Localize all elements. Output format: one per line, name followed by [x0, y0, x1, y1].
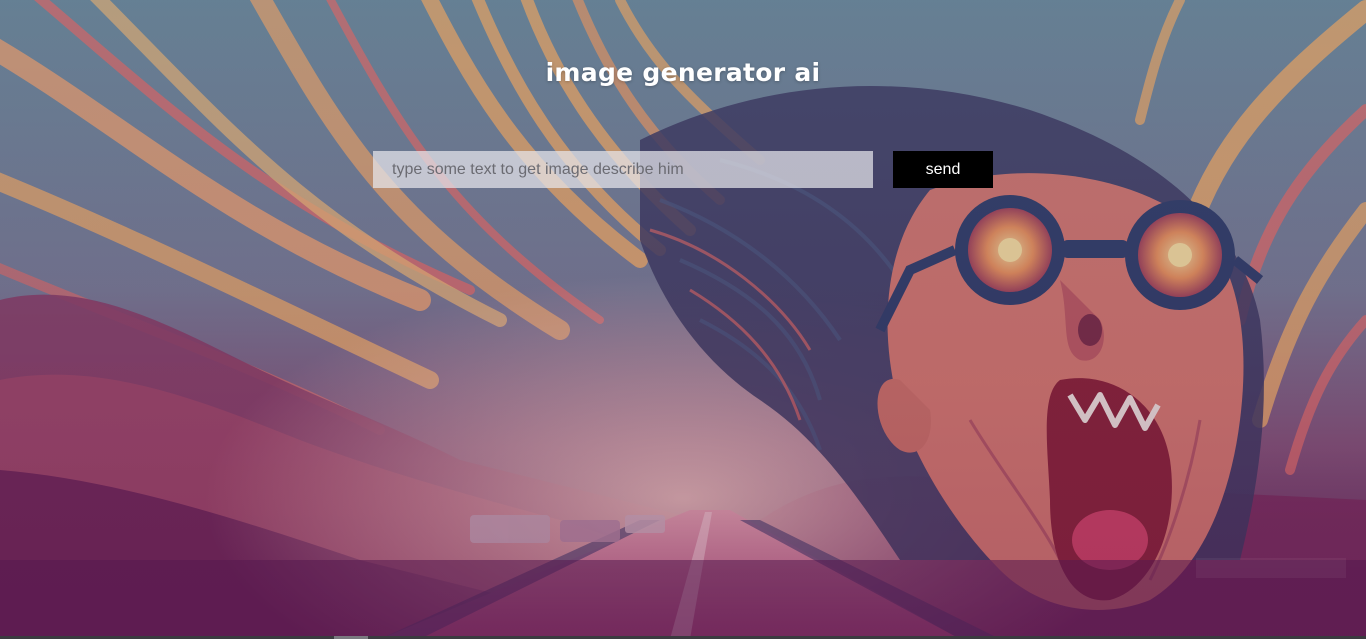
faint-overlay-chip [1196, 558, 1346, 578]
send-button[interactable]: send [893, 151, 993, 188]
prompt-input[interactable] [373, 151, 873, 188]
background-overlay [0, 0, 1366, 639]
page-title: image generator ai [545, 58, 821, 87]
page: image generator ai send [0, 0, 1366, 639]
